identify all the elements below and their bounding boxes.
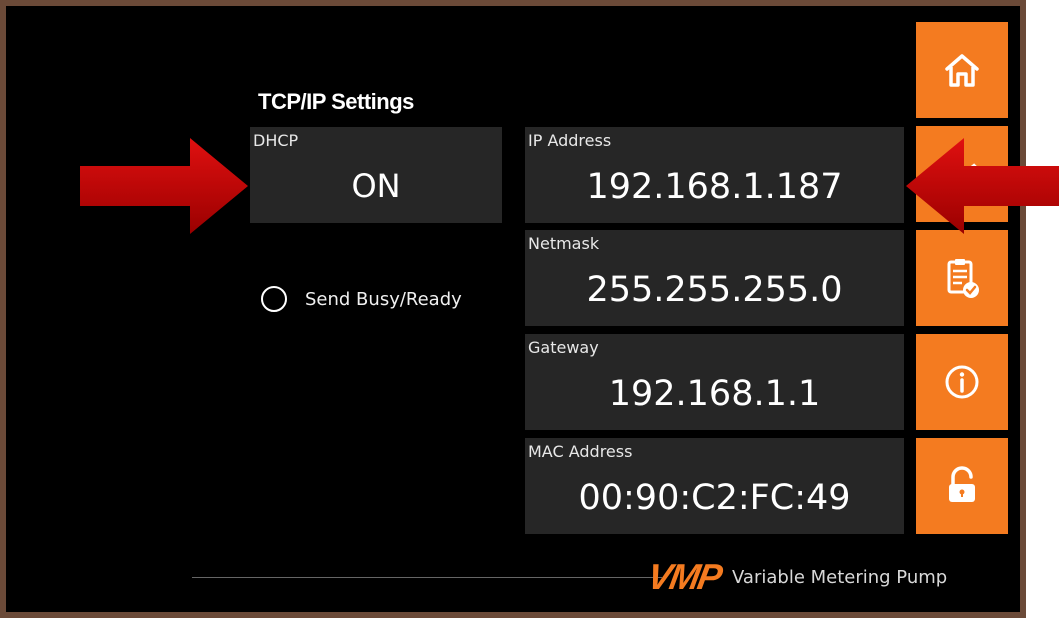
info-icon bbox=[945, 365, 979, 399]
ip-address-field[interactable]: IP Address 192.168.1.187 bbox=[525, 127, 904, 223]
netmask-value: 255.255.255.0 bbox=[586, 270, 843, 310]
product-name: Variable Metering Pump bbox=[732, 566, 948, 588]
dhcp-label: DHCP bbox=[253, 131, 299, 150]
unlock-icon bbox=[949, 466, 975, 502]
unlock-button[interactable] bbox=[916, 438, 1008, 534]
ip-address-value: 192.168.1.187 bbox=[586, 167, 843, 207]
device-frame: TCP/IP Settings DHCP ON IP Address 192.1… bbox=[0, 0, 1026, 618]
page-title: TCP/IP Settings bbox=[258, 89, 414, 114]
logo-mark: VMP bbox=[644, 556, 724, 597]
send-busy-ready-label: Send Busy/Ready bbox=[305, 288, 462, 310]
mac-address-label: MAC Address bbox=[528, 442, 633, 461]
netmask-field[interactable]: Netmask 255.255.255.0 bbox=[525, 230, 904, 326]
send-busy-ready-radio[interactable] bbox=[261, 286, 287, 312]
footer-divider bbox=[192, 577, 662, 578]
send-busy-ready-option[interactable]: Send Busy/Ready bbox=[261, 286, 462, 312]
brand-logo: VMP Variable Metering Pump bbox=[644, 556, 948, 598]
mac-address-value: 00:90:C2:FC:49 bbox=[578, 478, 851, 518]
gateway-label: Gateway bbox=[528, 338, 599, 357]
device-screen: TCP/IP Settings DHCP ON IP Address 192.1… bbox=[6, 6, 1020, 612]
info-button[interactable] bbox=[916, 334, 1008, 430]
clipboard-check-icon bbox=[947, 259, 979, 298]
right-arrow-annotation-icon bbox=[80, 138, 248, 234]
mac-address-field: MAC Address 00:90:C2:FC:49 bbox=[525, 438, 904, 534]
home-button[interactable] bbox=[916, 22, 1008, 118]
dhcp-toggle[interactable]: DHCP ON bbox=[250, 127, 502, 223]
home-icon bbox=[945, 54, 979, 87]
gateway-value: 192.168.1.1 bbox=[608, 374, 821, 414]
log-button[interactable] bbox=[916, 230, 1008, 326]
dhcp-value: ON bbox=[351, 167, 401, 205]
netmask-label: Netmask bbox=[528, 234, 600, 253]
left-arrow-annotation-icon bbox=[906, 138, 1059, 234]
ip-address-label: IP Address bbox=[528, 131, 612, 150]
gateway-field[interactable]: Gateway 192.168.1.1 bbox=[525, 334, 904, 430]
